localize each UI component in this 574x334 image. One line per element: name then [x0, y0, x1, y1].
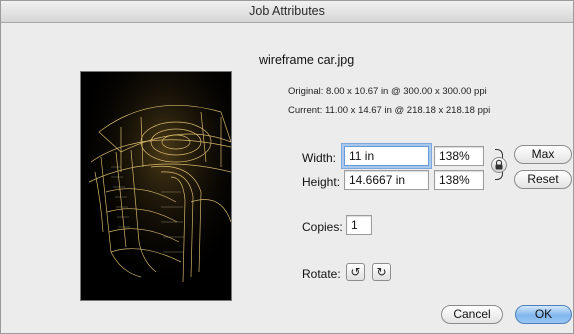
- width-percent-field[interactable]: 138%: [434, 146, 484, 166]
- max-button[interactable]: Max: [514, 145, 572, 164]
- rotate-label: Rotate:: [302, 267, 341, 281]
- original-value: 8.00 x 10.67 in @ 300.00 x 300.00 ppi: [326, 86, 487, 97]
- width-label: Width:: [302, 151, 337, 165]
- height-percent-field[interactable]: 138%: [434, 170, 484, 190]
- window-title: Job Attributes: [1, 1, 573, 23]
- reset-button[interactable]: Reset: [514, 170, 572, 189]
- current-info: Current: 11.00 x 14.67 in @ 218.18 x 218…: [288, 105, 490, 116]
- copies-field[interactable]: 1: [346, 215, 372, 235]
- cancel-button[interactable]: Cancel: [441, 305, 503, 324]
- rotate-cw-icon: ↻: [376, 265, 387, 279]
- rotate-ccw-button[interactable]: ↺: [346, 263, 365, 281]
- job-attributes-dialog: Job Attributes wireframe car.jpg Origina…: [0, 0, 574, 334]
- ok-button[interactable]: OK: [515, 305, 572, 324]
- file-name: wireframe car.jpg: [259, 53, 355, 67]
- height-label: Height:: [302, 175, 341, 189]
- original-label: Original:: [288, 86, 324, 97]
- lock-icon[interactable]: [491, 157, 507, 173]
- original-info: Original: 8.00 x 10.67 in @ 300.00 x 300…: [288, 86, 487, 97]
- copies-label: Copies:: [302, 220, 343, 234]
- current-value: 11.00 x 14.67 in @ 218.18 x 218.18 ppi: [324, 105, 491, 116]
- image-preview: [80, 71, 232, 301]
- current-label: Current:: [288, 105, 323, 116]
- wireframe-car-image: [81, 72, 231, 300]
- width-field[interactable]: 11 in: [344, 146, 429, 166]
- rotate-cw-button[interactable]: ↻: [372, 263, 391, 281]
- height-field[interactable]: 14.6667 in: [344, 170, 429, 190]
- rotate-ccw-icon: ↺: [350, 265, 361, 279]
